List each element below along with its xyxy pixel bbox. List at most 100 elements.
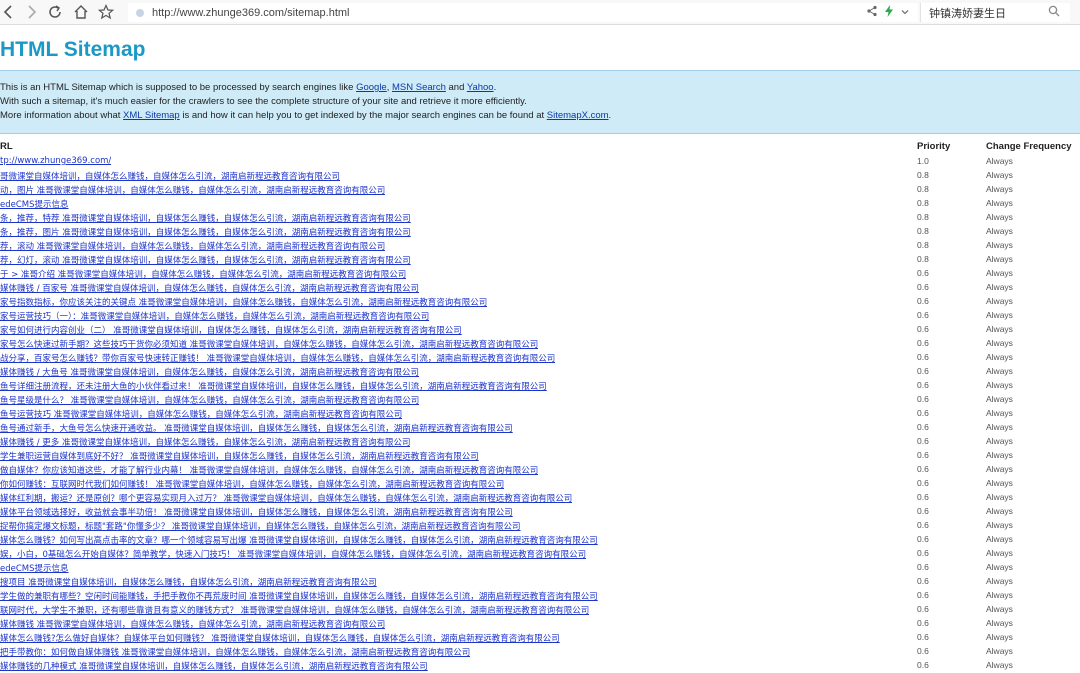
- sitemap-url-link[interactable]: 哥微课堂自媒体培训，自媒体怎么赚钱，自媒体怎么引流，湖南启新程远教育咨询有限公司: [0, 170, 340, 182]
- priority-cell: 0.8: [917, 240, 929, 250]
- chevron-down-icon[interactable]: [900, 4, 910, 22]
- priority-cell: 0.6: [917, 422, 929, 432]
- sitemap-url-link[interactable]: 家号指数指标，你应该关注的关键点 准哥微课堂自媒体培训，自媒体怎么赚钱，自媒体怎…: [0, 296, 487, 308]
- sitemap-url-link[interactable]: 家号运营技巧（一）：准哥微课堂自媒体培训，自媒体怎么赚钱，自媒体怎么引流，湖南启…: [0, 310, 429, 322]
- sitemap-url-link[interactable]: 鱼号详细注册流程，还未注册大鱼的小伙伴看过来！ 准哥微课堂自媒体培训，自媒体怎么…: [0, 380, 547, 392]
- table-row: 媒体怎么赚钱?怎么做好自媒体？自媒体平台如何赚钱？ 准哥微课堂自媒体培训，自媒体…: [0, 631, 1080, 645]
- sitemap-url-link[interactable]: edeCMS提示信息: [0, 562, 69, 574]
- sitemap-url-link[interactable]: 娱，小白，0基础怎么开始自媒体？简单教学，快速入门技巧！ 准哥微课堂自媒体培训，…: [0, 548, 586, 560]
- frequency-cell: Always: [986, 170, 1013, 180]
- table-row: 媒体赚钱 / 更多 准哥微课堂自媒体培训，自媒体怎么赚钱，自媒体怎么引流，湖南启…: [0, 435, 1080, 449]
- reload-icon[interactable]: [46, 3, 64, 21]
- sitemap-url-link[interactable]: 媒体赚钱的几种模式 准哥微课堂自媒体培训，自媒体怎么赚钱，自媒体怎么引流，湖南启…: [0, 660, 428, 672]
- sitemap-url-link[interactable]: 鱼号通过新手，大鱼号怎么快速开通收益。 准哥微课堂自媒体培训，自媒体怎么赚钱，自…: [0, 422, 513, 434]
- sitemap-url-link[interactable]: 媒体赚钱 / 大鱼号 准哥微课堂自媒体培训，自媒体怎么赚钱，自媒体怎么引流，湖南…: [0, 366, 419, 378]
- browser-toolbar: http://www.zhunge369.com/sitemap.html 钟镇…: [0, 0, 1080, 25]
- table-row: 家号指数指标，你应该关注的关键点 准哥微课堂自媒体培训，自媒体怎么赚钱，自媒体怎…: [0, 295, 1080, 309]
- sitemap-url-link[interactable]: 媒体赚钱 准哥微课堂自媒体培训，自媒体怎么赚钱，自媒体怎么引流，湖南启新程远教育…: [0, 618, 385, 630]
- frequency-cell: Always: [986, 520, 1013, 530]
- frequency-cell: Always: [986, 548, 1013, 558]
- frequency-cell: Always: [986, 618, 1013, 628]
- frequency-cell: Always: [986, 478, 1013, 488]
- sitemap-url-link[interactable]: 家号怎么快速过新手期？这些技巧干货你必须知道 准哥微课堂自媒体培训，自媒体怎么赚…: [0, 338, 538, 350]
- sitemap-url-link[interactable]: 媒体赚钱 / 百家号 准哥微课堂自媒体培训，自媒体怎么赚钱，自媒体怎么引流，湖南…: [0, 282, 419, 294]
- sitemap-url-link[interactable]: 条，推荐，图片 准哥微课堂自媒体培训，自媒体怎么赚钱，自媒体怎么引流，湖南启新程…: [0, 226, 411, 238]
- frequency-cell: Always: [986, 324, 1013, 334]
- sitemap-url-link[interactable]: 把手带教你：如何做自媒体赚钱 准哥微课堂自媒体培训，自媒体怎么赚钱，自媒体怎么引…: [0, 646, 470, 658]
- frequency-cell: Always: [986, 338, 1013, 348]
- priority-cell: 0.6: [917, 646, 929, 656]
- xml-sitemap-link[interactable]: XML Sitemap: [123, 110, 180, 121]
- sitemap-url-link[interactable]: 媒体怎么赚钱?怎么做好自媒体？自媒体平台如何赚钱？ 准哥微课堂自媒体培训，自媒体…: [0, 632, 560, 644]
- frequency-cell: Always: [986, 590, 1013, 600]
- intro-line-2: With such a sitemap, it's much easier fo…: [0, 96, 527, 107]
- sitemap-url-link[interactable]: 战分享，百家号怎么赚钱？带你百家号快速转正赚钱！ 准哥微课堂自媒体培训，自媒体怎…: [0, 352, 555, 364]
- sitemap-url-link[interactable]: 荐，滚动 准哥微课堂自媒体培训，自媒体怎么赚钱，自媒体怎么引流，湖南启新程远教育…: [0, 240, 385, 252]
- priority-cell: 0.6: [917, 506, 929, 516]
- sitemapx-link[interactable]: SitemapX.com: [547, 110, 609, 121]
- frequency-cell: Always: [986, 366, 1013, 376]
- home-icon[interactable]: [72, 3, 90, 21]
- table-header: RL Priority Change Frequency: [0, 141, 1080, 155]
- forward-arrow-icon[interactable]: [22, 3, 40, 21]
- sitemap-url-link[interactable]: 于 > 准哥介绍 准哥微课堂自媒体培训，自媒体怎么赚钱，自媒体怎么引流，湖南启新…: [0, 268, 406, 280]
- frequency-cell: Always: [986, 394, 1013, 404]
- frequency-cell: Always: [986, 436, 1013, 446]
- priority-cell: 0.6: [917, 408, 929, 418]
- sitemap-url-link[interactable]: 联网时代，大学生不兼职，还有哪些靠谱且有意义的赚钱方式？ 准哥微课堂自媒体培训，…: [0, 604, 589, 616]
- search-input[interactable]: 钟镇涛娇妻生日: [920, 3, 1070, 22]
- sitemap-url-link[interactable]: 做自媒体？你应该知道这些，才能了解行业内幕！ 准哥微课堂自媒体培训，自媒体怎么赚…: [0, 464, 538, 476]
- sitemap-url-link[interactable]: 搜项目 准哥微课堂自媒体培训，自媒体怎么赚钱，自媒体怎么引流，湖南启新程远教育咨…: [0, 576, 377, 588]
- priority-cell: 0.8: [917, 226, 929, 236]
- table-row: 媒体平台领域选择好，收益就会事半功倍！ 准哥微课堂自媒体培训，自媒体怎么赚钱，自…: [0, 505, 1080, 519]
- sitemap-url-link[interactable]: 荐，幻灯，滚动 准哥微课堂自媒体培训，自媒体怎么赚钱，自媒体怎么引流，湖南启新程…: [0, 254, 411, 266]
- sitemap-url-link[interactable]: 媒体赚钱 / 更多 准哥微课堂自媒体培训，自媒体怎么赚钱，自媒体怎么引流，湖南启…: [0, 436, 410, 448]
- address-tools: [866, 4, 910, 21]
- sitemap-url-link[interactable]: 媒体怎么赚钱？如何写出高点击率的文章？哪一个领域容易写出爆 准哥微课堂自媒体培训…: [0, 534, 598, 546]
- frequency-cell: Always: [986, 226, 1013, 236]
- star-icon[interactable]: [97, 3, 115, 21]
- priority-cell: 0.6: [917, 366, 929, 376]
- sitemap-url-link[interactable]: 学生做的兼职有哪些？空闲时间能赚钱，手把手教你不再荒废时间 准哥微课堂自媒体培训…: [0, 590, 598, 602]
- yahoo-link[interactable]: Yahoo: [467, 82, 494, 93]
- frequency-cell: Always: [986, 646, 1013, 656]
- sitemap-url-link[interactable]: 媒体平台领域选择好，收益就会事半功倍！ 准哥微课堂自媒体培训，自媒体怎么赚钱，自…: [0, 506, 513, 518]
- frequency-cell: Always: [986, 506, 1013, 516]
- frequency-cell: Always: [986, 268, 1013, 278]
- intro-text: .: [608, 110, 612, 121]
- frequency-cell: Always: [986, 562, 1013, 572]
- google-link[interactable]: Google: [356, 82, 387, 93]
- sitemap-table: RL Priority Change Frequency tp://www.zh…: [0, 141, 1080, 672]
- frequency-cell: Always: [986, 464, 1013, 474]
- table-row: 媒体赚钱 准哥微课堂自媒体培训，自媒体怎么赚钱，自媒体怎么引流，湖南启新程远教育…: [0, 617, 1080, 631]
- sitemap-url-link[interactable]: edeCMS提示信息: [0, 198, 69, 210]
- intro-line-3: More information about what XML Sitemap …: [0, 109, 1080, 123]
- sitemap-url-link[interactable]: 学生兼职运营自媒体到底好不好？ 准哥微课堂自媒体培训，自媒体怎么赚钱，自媒体怎么…: [0, 450, 479, 462]
- share-icon[interactable]: [866, 4, 878, 22]
- sitemap-url-link[interactable]: 鱼号星级是什么？ 准哥微课堂自媒体培训，自媒体怎么赚钱，自媒体怎么引流，湖南启新…: [0, 394, 419, 406]
- sitemap-url-link[interactable]: 鱼号运营技巧 准哥微课堂自媒体培训，自媒体怎么赚钱，自媒体怎么引流，湖南启新程远…: [0, 408, 402, 420]
- priority-cell: 0.6: [917, 268, 929, 278]
- frequency-cell: Always: [986, 408, 1013, 418]
- table-row: 家号如何进行内容创业（二） 准哥微课堂自媒体培训，自媒体怎么赚钱，自媒体怎么引流…: [0, 323, 1080, 337]
- table-row: 鱼号通过新手，大鱼号怎么快速开通收益。 准哥微课堂自媒体培训，自媒体怎么赚钱，自…: [0, 421, 1080, 435]
- priority-cell: 0.6: [917, 618, 929, 628]
- lightning-icon[interactable]: [884, 4, 894, 22]
- frequency-cell: Always: [986, 380, 1013, 390]
- sitemap-url-link[interactable]: 家号如何进行内容创业（二） 准哥微课堂自媒体培训，自媒体怎么赚钱，自媒体怎么引流…: [0, 324, 462, 336]
- sitemap-url-link[interactable]: 条，推荐，特荐 准哥微课堂自媒体培训，自媒体怎么赚钱，自媒体怎么引流，湖南启新程…: [0, 212, 411, 224]
- sitemap-url-link[interactable]: 动，图片 准哥微课堂自媒体培训，自媒体怎么赚钱，自媒体怎么引流，湖南启新程远教育…: [0, 184, 385, 196]
- table-row: 你如何赚钱：互联网时代我们如何赚钱！ 准哥微课堂自媒体培训，自媒体怎么赚钱，自媒…: [0, 477, 1080, 491]
- priority-cell: 0.8: [917, 254, 929, 264]
- sitemap-url-link[interactable]: 媒体红利期，搬运？还是原创？哪个更容易实现月入过万？ 准哥微课堂自媒体培训，自媒…: [0, 492, 572, 504]
- sitemap-url-link[interactable]: tp://www.zhunge369.com/: [0, 156, 111, 166]
- back-arrow-icon[interactable]: [0, 3, 18, 21]
- search-icon[interactable]: [1048, 4, 1070, 22]
- table-row: edeCMS提示信息 0.6 Always: [0, 561, 1080, 575]
- address-bar[interactable]: http://www.zhunge369.com/sitemap.html: [128, 3, 918, 22]
- sitemap-url-link[interactable]: 你如何赚钱：互联网时代我们如何赚钱！ 准哥微课堂自媒体培训，自媒体怎么赚钱，自媒…: [0, 478, 504, 490]
- msn-search-link[interactable]: MSN Search: [392, 82, 446, 93]
- frequency-cell: Always: [986, 534, 1013, 544]
- frequency-cell: Always: [986, 282, 1013, 292]
- sitemap-url-link[interactable]: 捉帮你搞定爆文标题，标题"套路"你懂多少？ 准哥微课堂自媒体培训，自媒体怎么赚钱…: [0, 520, 521, 532]
